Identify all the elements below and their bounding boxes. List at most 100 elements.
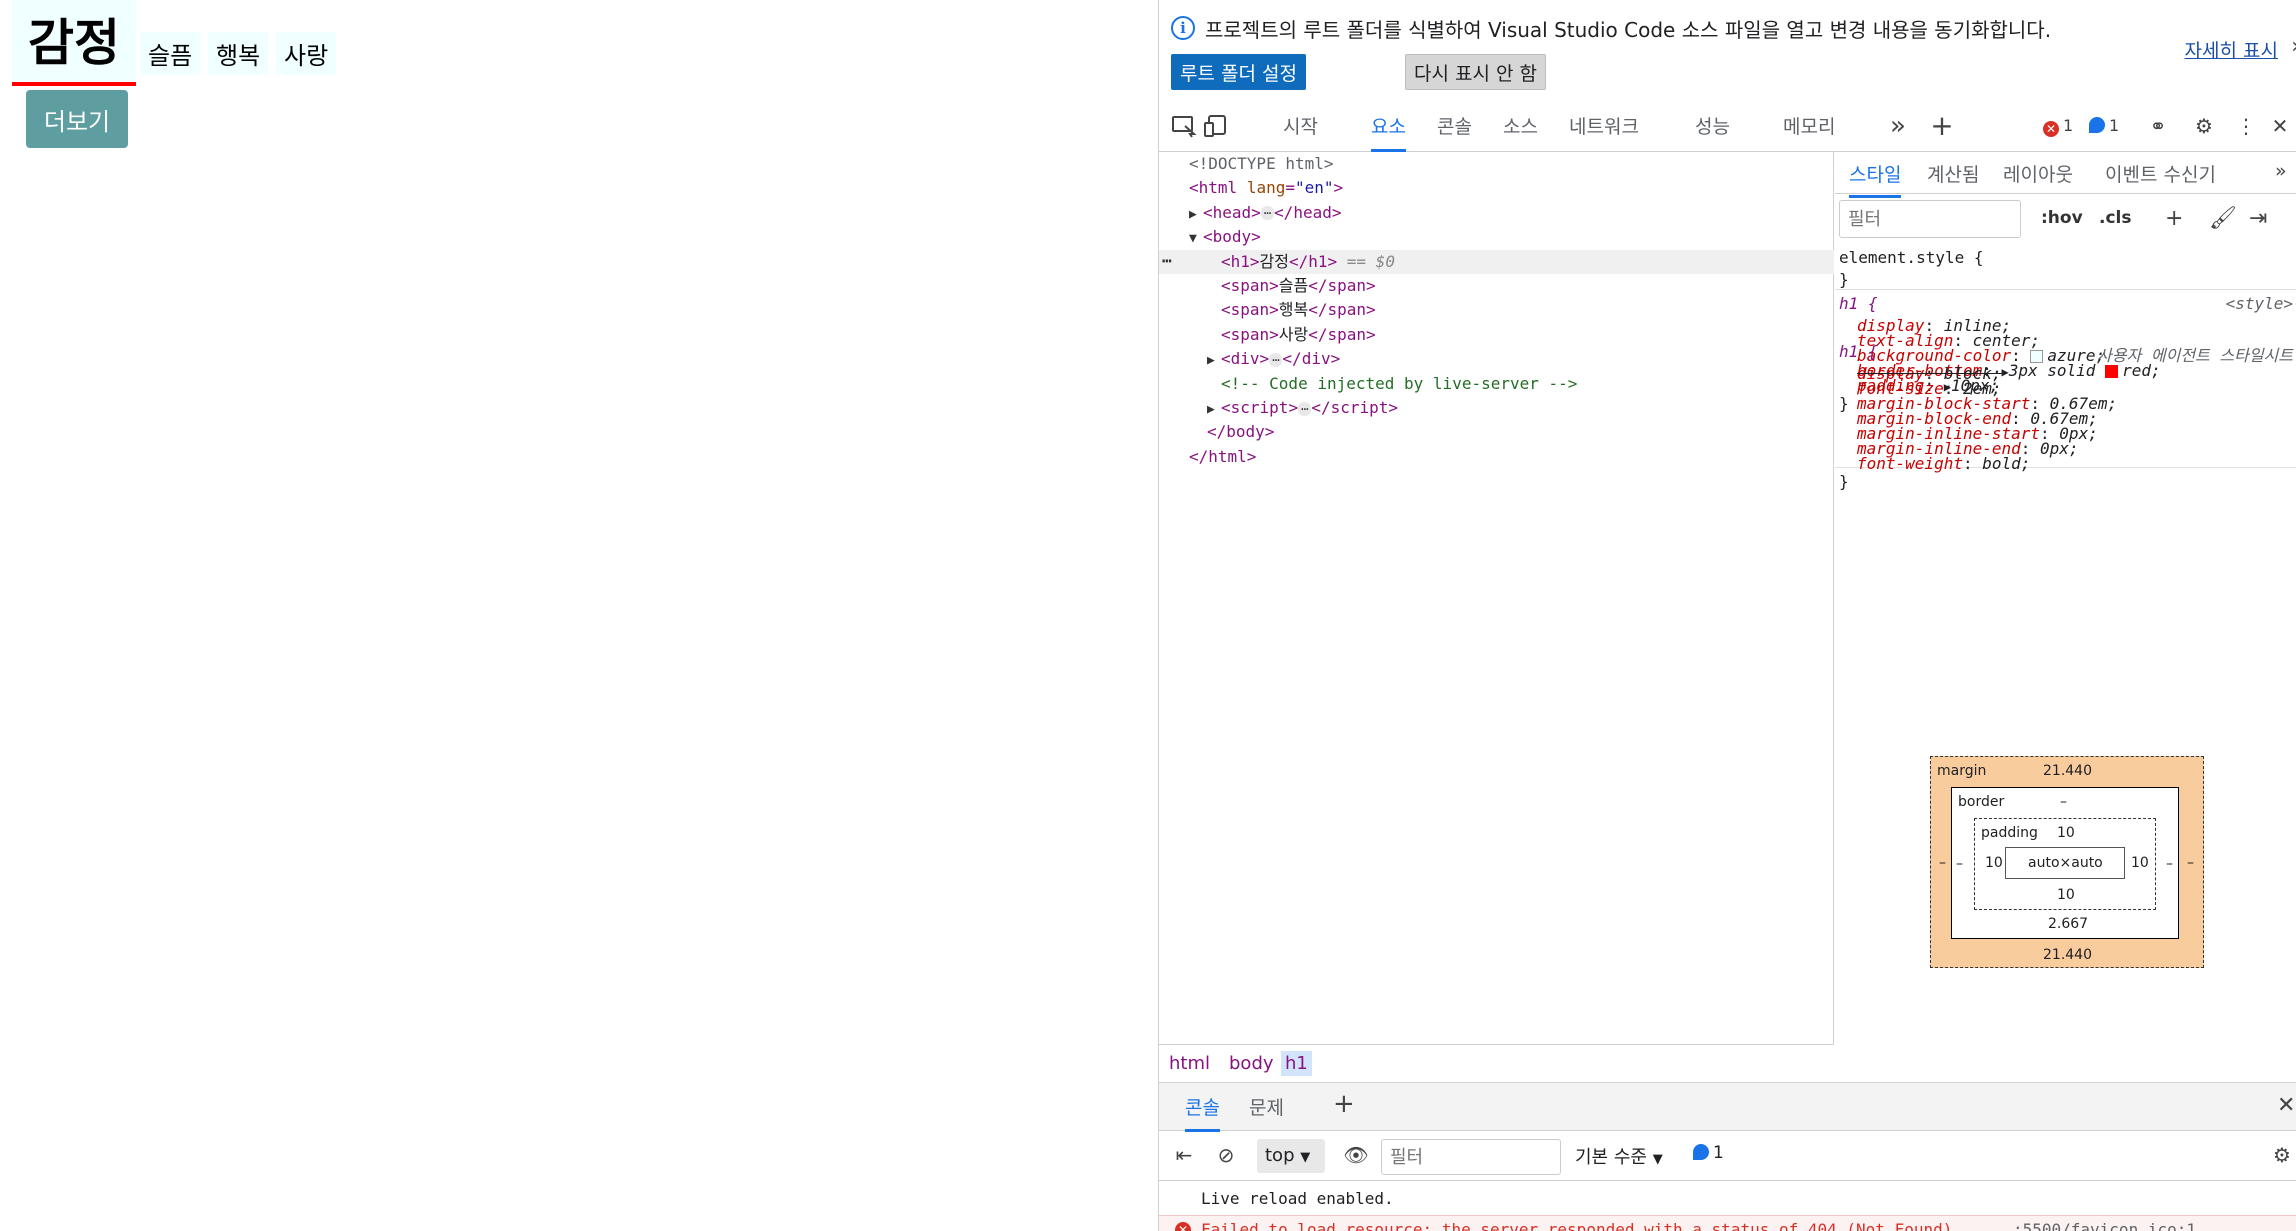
connection-icon[interactable]: ⚭ (2145, 114, 2171, 138)
box-model-margin-left[interactable]: – (1939, 855, 1946, 871)
sidebar-toggle-icon[interactable]: ⇤ (1171, 1143, 1197, 1167)
hover-state-toggle[interactable]: :hov (2041, 208, 2083, 228)
class-toggle[interactable]: .cls (2099, 208, 2131, 228)
breadcrumb: html body h1 (1159, 1044, 1834, 1082)
tab-performance[interactable]: 성능 (1695, 112, 1730, 149)
collapsed-ellipsis[interactable]: ⋯ (1298, 401, 1312, 416)
gear-icon[interactable]: ⚙ (2191, 114, 2217, 138)
tree-html-node[interactable]: <html lang="en"> (1189, 176, 1343, 200)
tree-span-node[interactable]: <span>행복</span> (1221, 298, 1376, 322)
collapsed-ellipsis[interactable]: ⋯ (1260, 206, 1275, 221)
close-drawer-icon[interactable]: ✕ (2277, 1093, 2295, 1127)
new-rule-icon[interactable]: + (2165, 206, 2183, 231)
tab-memory[interactable]: 메모리 (1783, 112, 1835, 149)
box-model-border-bottom[interactable]: 2.667 (2048, 916, 2088, 932)
close-devtools-icon[interactable]: ✕ (2267, 114, 2293, 138)
collapse-triangle-icon[interactable]: ▼ (1189, 227, 1203, 251)
log-level-select[interactable]: 기본 수준 ▼ (1575, 1143, 1663, 1169)
box-model-padding-top[interactable]: 10 (2057, 825, 2075, 841)
expand-triangle-icon[interactable]: ▶ (1189, 203, 1203, 227)
message-indicator[interactable]: 1 (2089, 114, 2119, 138)
elements-tree: ⋯ <!DOCTYPE html> <html lang="en"> ▶ <hea… (1159, 152, 1834, 1044)
box-model-content[interactable]: auto×auto (2005, 847, 2125, 879)
tab-console[interactable]: 콘솔 (1437, 112, 1472, 149)
tree-body-node[interactable]: ▼ <body> (1189, 225, 1261, 251)
node-actions-icon[interactable]: ⋯ (1162, 249, 1172, 273)
styles-filter-input[interactable] (1839, 200, 2021, 238)
dont-show-again-button[interactable]: 다시 표시 안 함 (1405, 54, 1546, 90)
tree-html-close[interactable]: </html> (1189, 445, 1256, 469)
tab-event-listeners[interactable]: 이벤트 수신기 (2105, 160, 2216, 195)
add-tab-icon[interactable]: + (1929, 112, 1955, 140)
infobar-message: 프로젝트의 루트 폴더를 식별하여 Visual Studio Code 소스 … (1205, 18, 2052, 42)
infobar: i 프로젝트의 루트 폴더를 식별하여 Visual Studio Code 소… (1159, 0, 2296, 100)
rule-origin: 사용자 에이전트 스타일시트 (2097, 346, 2293, 365)
console-drawer: 콘솔 문제 + ✕ ⇤ ⊘ top ▼ 👁 기본 수준 ▼ 1 ⚙ Live r… (1159, 1082, 2296, 1231)
add-tab-icon[interactable]: + (1333, 1089, 1355, 1128)
clear-console-icon[interactable]: ⊘ (1213, 1143, 1239, 1167)
breadcrumb-html[interactable]: html (1165, 1051, 1214, 1076)
tab-layout[interactable]: 레이아웃 (2003, 160, 2073, 195)
tab-sources[interactable]: 소스 (1503, 112, 1538, 149)
box-model-margin-right[interactable]: – (2187, 855, 2194, 871)
tree-div-node[interactable]: ▶ <div> ⋯ </div> (1207, 347, 1340, 373)
error-icon: ✕ (1175, 1222, 1191, 1231)
chevron-right-icon[interactable]: › (2291, 34, 2296, 59)
styles-tabbar: 스타일 계산됨 레이아웃 이벤트 수신기 » (1835, 152, 2296, 198)
box-model-padding: padding 10 10 10 10 auto×auto (1974, 818, 2156, 910)
rendered-page: 감정 슬픔 행복 사랑 더보기 (0, 0, 1158, 1231)
tree-body-close[interactable]: </body> (1207, 420, 1274, 444)
style-property[interactable]: font-weight: bold; (1857, 454, 2030, 473)
box-model-padding-bottom[interactable]: 10 (2057, 887, 2075, 903)
inspect-element-icon[interactable] (1171, 114, 1197, 138)
info-icon: i (1171, 16, 1195, 40)
console-filter-input[interactable] (1381, 1139, 1561, 1175)
tree-span-node[interactable]: <span>슬픔</span> (1221, 274, 1376, 298)
tab-computed[interactable]: 계산됨 (1927, 160, 1979, 195)
toggle-sidebar-icon[interactable]: ⇥ (2249, 206, 2267, 231)
page-heading: 감정 (12, 0, 136, 86)
box-model-margin-bottom[interactable]: 21.440 (2043, 947, 2092, 963)
box-model-border-left[interactable]: – (1956, 856, 1963, 872)
tab-elements[interactable]: 요소 (1371, 112, 1406, 152)
span-love: 사랑 (276, 32, 337, 75)
eye-icon[interactable]: 👁 (1343, 1143, 1369, 1167)
set-root-folder-button[interactable]: 루트 폴더 설정 (1171, 54, 1306, 90)
paint-brush-icon[interactable]: 🖌 (2209, 206, 2237, 231)
box-model-margin-top[interactable]: 21.440 (2043, 763, 2092, 779)
gear-icon[interactable]: ⚙ (2269, 1143, 2295, 1167)
error-indicator[interactable]: ✕ 1 (2043, 114, 2073, 138)
box-model-border-right[interactable]: – (2166, 856, 2173, 872)
more-button[interactable]: 더보기 (26, 90, 128, 148)
more-tabs-icon[interactable]: » (2275, 160, 2287, 190)
expand-triangle-icon[interactable]: ▶ (1207, 398, 1221, 422)
tab-network[interactable]: 네트워크 (1569, 112, 1639, 149)
box-model-padding-left[interactable]: 10 (1985, 855, 2003, 871)
tab-styles[interactable]: 스타일 (1849, 160, 1902, 198)
more-tabs-icon[interactable]: » (1885, 113, 1911, 139)
device-emulation-icon[interactable] (1203, 114, 1229, 138)
tab-welcome[interactable]: 시작 (1283, 112, 1318, 149)
drawer-tabbar: 콘솔 문제 + ✕ (1159, 1083, 2296, 1132)
box-model-border-top[interactable]: – (2060, 794, 2067, 810)
tree-h1-node[interactable]: <h1>감정</h1> == $0 (1221, 250, 1395, 274)
rule-origin[interactable]: <style> (2226, 294, 2293, 313)
tree-doctype[interactable]: <!DOCTYPE html> (1189, 152, 1334, 176)
tree-span-node[interactable]: <span>사랑</span> (1221, 323, 1376, 347)
drawer-tab-console[interactable]: 콘솔 (1185, 1093, 1220, 1132)
expand-triangle-icon[interactable]: ▶ (1207, 349, 1221, 373)
source-link[interactable]: :5500/favicon.ico:1 (2013, 1220, 2196, 1231)
message-count[interactable]: 1 (1693, 1143, 1724, 1163)
tree-comment-node[interactable]: <!-- Code injected by live-server --> (1221, 372, 1577, 396)
box-model-margin: margin 21.440 21.440 – – border – 2.667 … (1930, 756, 2204, 968)
tree-head-node[interactable]: ▶ <head> ⋯ </head> (1189, 201, 1341, 227)
tree-script-node[interactable]: ▶ <script> ⋯ </script> (1207, 396, 1398, 422)
collapsed-ellipsis[interactable]: ⋯ (1269, 352, 1283, 367)
box-model-padding-right[interactable]: 10 (2131, 855, 2149, 871)
breadcrumb-body[interactable]: body (1225, 1051, 1278, 1076)
learn-more-link[interactable]: 자세히 표시 (2185, 36, 2278, 63)
breadcrumb-h1[interactable]: h1 (1281, 1051, 1312, 1076)
more-options-icon[interactable]: ⋮ (2233, 114, 2259, 138)
drawer-tab-issues[interactable]: 문제 (1249, 1093, 1284, 1129)
context-select[interactable]: top ▼ (1257, 1139, 1325, 1173)
